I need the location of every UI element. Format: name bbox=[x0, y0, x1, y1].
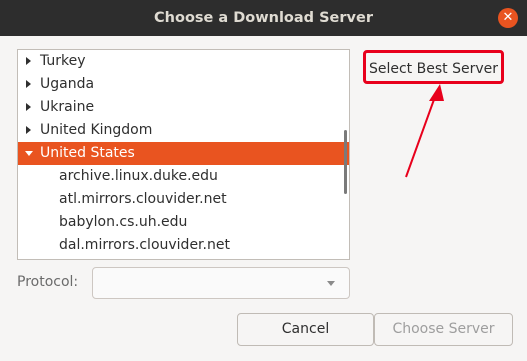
tree-row-ukraine[interactable]: Ukraine bbox=[18, 96, 349, 119]
annotation-arrow-head bbox=[429, 84, 444, 101]
tree-row-server[interactable]: dal.mirrors.clouvider.net bbox=[18, 234, 349, 257]
dialog-title: Choose a Download Server bbox=[154, 10, 373, 26]
close-icon: ✕ bbox=[502, 10, 514, 25]
tree-row-label: Ukraine bbox=[40, 99, 95, 115]
cancel-label: Cancel bbox=[281, 321, 330, 337]
server-label: atl.mirrors.clouvider.net bbox=[59, 191, 227, 207]
tree-row-server[interactable]: archive.linux.duke.edu bbox=[18, 165, 349, 188]
expander-arrow-icon[interactable] bbox=[25, 50, 33, 73]
protocol-label: Protocol: bbox=[17, 274, 79, 290]
tree-row-server[interactable]: atl.mirrors.clouvider.net bbox=[18, 188, 349, 211]
annotation-arrow-shaft bbox=[405, 93, 437, 178]
protocol-dropdown[interactable] bbox=[92, 267, 350, 299]
expander-arrow-icon[interactable] bbox=[25, 73, 33, 96]
choose-server-label: Choose Server bbox=[392, 321, 495, 337]
title-bar: Choose a Download Server ✕ bbox=[0, 0, 527, 36]
chevron-down-icon bbox=[327, 281, 335, 286]
tree-row-label: United Kingdom bbox=[40, 122, 153, 138]
collapse-arrow-icon[interactable] bbox=[25, 142, 33, 165]
select-best-server-button[interactable]: Select Best Server bbox=[363, 50, 504, 84]
cancel-button[interactable]: Cancel bbox=[237, 313, 374, 346]
tree-row-united-states[interactable]: United States bbox=[18, 142, 349, 165]
tree-row-label: Turkey bbox=[40, 53, 86, 69]
expander-arrow-icon[interactable] bbox=[25, 119, 33, 142]
tree-row-server[interactable]: babylon.cs.uh.edu bbox=[18, 211, 349, 234]
tree-row-turkey[interactable]: Turkey bbox=[18, 50, 349, 73]
download-server-dialog: Choose a Download Server ✕ Turkey Uganda… bbox=[0, 0, 527, 361]
expander-arrow-icon[interactable] bbox=[25, 96, 33, 119]
tree-row-united-kingdom[interactable]: United Kingdom bbox=[18, 119, 349, 142]
tree-row-label: Uganda bbox=[40, 76, 95, 92]
choose-server-button[interactable]: Choose Server bbox=[374, 313, 513, 346]
tree-row-uganda[interactable]: Uganda bbox=[18, 73, 349, 96]
server-label: archive.linux.duke.edu bbox=[59, 168, 218, 184]
server-label: babylon.cs.uh.edu bbox=[59, 214, 188, 230]
server-tree[interactable]: Turkey Uganda Ukraine United Kingdom Uni… bbox=[17, 49, 350, 260]
server-label: dal.mirrors.clouvider.net bbox=[59, 237, 230, 253]
select-best-server-label: Select Best Server bbox=[368, 61, 498, 77]
tree-scrollbar[interactable] bbox=[344, 130, 347, 194]
tree-row-label: United States bbox=[40, 145, 135, 161]
close-button[interactable]: ✕ bbox=[498, 8, 518, 28]
